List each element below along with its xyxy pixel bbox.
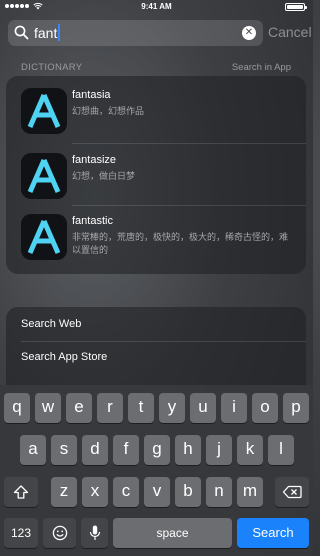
search-input[interactable]: fant ✕ — [8, 20, 263, 46]
key-e[interactable]: e — [66, 393, 92, 423]
delete-icon — [282, 485, 302, 499]
search-query: fant — [34, 24, 61, 41]
web-search-card: Search Web Search App Store — [6, 307, 306, 385]
key-k[interactable]: k — [237, 435, 263, 465]
key-w[interactable]: w — [35, 393, 61, 423]
result-definition: 幻想，做白日梦 — [72, 171, 136, 181]
result-definition: 幻想曲，幻想作品 — [72, 106, 145, 116]
key-n[interactable]: n — [206, 477, 232, 507]
cancel-button[interactable]: Cancel — [268, 24, 312, 40]
divider — [21, 341, 306, 342]
dictionary-result[interactable]: fantastic 非常棒的，荒唐的，极快的，极大的，稀奇古怪的，难以置信的 — [6, 206, 306, 268]
text-caret — [58, 24, 61, 41]
key-f[interactable]: f — [113, 435, 139, 465]
key-r[interactable]: r — [97, 393, 123, 423]
key-a[interactable]: a — [20, 435, 46, 465]
key-p[interactable]: p — [283, 393, 309, 423]
key-g[interactable]: g — [144, 435, 170, 465]
key-j[interactable]: j — [206, 435, 232, 465]
search-app-store-item[interactable]: Search App Store — [21, 351, 107, 363]
section-title-dictionary: DICTIONARY — [21, 62, 83, 73]
key-o[interactable]: o — [252, 393, 278, 423]
status-bar: 9:41 AM — [0, 0, 313, 14]
key-x[interactable]: x — [82, 477, 108, 507]
result-word: fantasize — [72, 154, 117, 166]
dictionary-result[interactable]: fantasia 幻想曲，幻想作品 — [6, 80, 306, 142]
key-d[interactable]: d — [82, 435, 108, 465]
search-web-item[interactable]: Search Web — [21, 318, 81, 330]
key-q[interactable]: q — [4, 393, 30, 423]
search-key[interactable]: Search — [237, 518, 309, 548]
key-y[interactable]: y — [159, 393, 185, 423]
microphone-icon — [89, 525, 100, 540]
key-v[interactable]: v — [144, 477, 170, 507]
key-h[interactable]: h — [175, 435, 201, 465]
search-icon — [14, 25, 29, 40]
key-u[interactable]: u — [190, 393, 216, 423]
shift-key[interactable] — [4, 477, 38, 507]
key-c[interactable]: c — [113, 477, 139, 507]
delete-key[interactable] — [275, 477, 309, 507]
key-l[interactable]: l — [268, 435, 294, 465]
space-key[interactable]: space — [113, 518, 232, 548]
emoji-key[interactable] — [43, 518, 76, 548]
key-t[interactable]: t — [128, 393, 154, 423]
key-z[interactable]: z — [51, 477, 77, 507]
clear-icon[interactable]: ✕ — [242, 26, 256, 40]
status-time: 9:41 AM — [141, 2, 172, 11]
result-definition: 非常棒的，荒唐的，极快的，极大的，稀奇古怪的，难以置信的 — [72, 232, 289, 255]
key-m[interactable]: m — [237, 477, 263, 507]
dictionary-results-card: fantasia 幻想曲，幻想作品 fantasize 幻想，做白日梦 fant… — [6, 76, 306, 274]
dictionary-app-icon — [21, 214, 67, 260]
dictionary-result[interactable]: fantasize 幻想，做白日梦 — [6, 145, 306, 207]
numbers-key[interactable]: 123 — [4, 518, 38, 548]
key-b[interactable]: b — [175, 477, 201, 507]
dictation-key[interactable] — [81, 518, 108, 548]
keyboard: q w e r t y u i o p a s d f g h j k l z … — [0, 385, 313, 556]
divider — [72, 143, 306, 144]
key-s[interactable]: s — [51, 435, 77, 465]
battery-icon — [285, 3, 307, 11]
search-in-app-link[interactable]: Search in App — [232, 62, 291, 73]
key-i[interactable]: i — [221, 393, 247, 423]
dictionary-app-icon — [21, 153, 67, 199]
result-word: fantastic — [72, 215, 113, 227]
search-query-text: fant — [34, 24, 58, 41]
result-word: fantasia — [72, 89, 111, 101]
emoji-icon — [52, 525, 67, 541]
shift-icon — [13, 485, 29, 499]
dictionary-app-icon — [21, 88, 67, 134]
